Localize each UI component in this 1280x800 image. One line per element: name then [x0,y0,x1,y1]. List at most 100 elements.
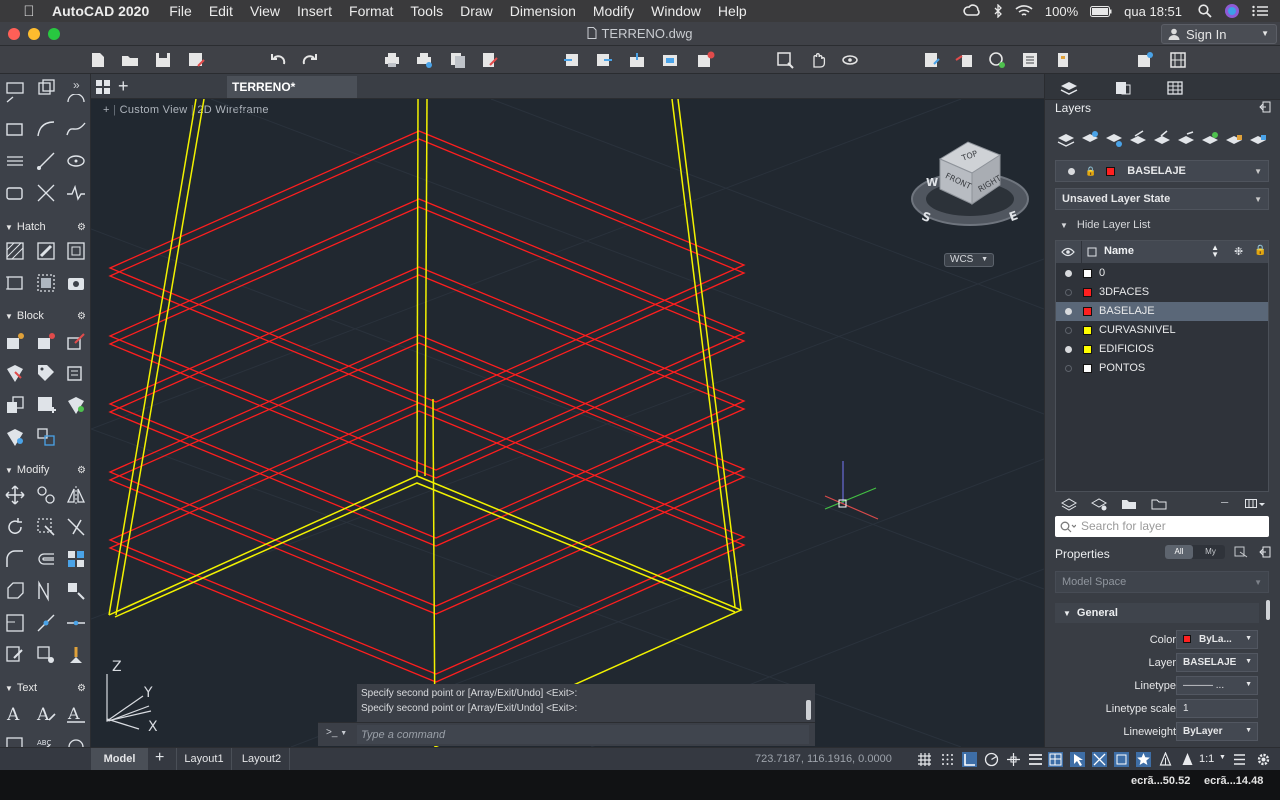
section-modify-header[interactable]: ▼ Modify ⚙ [0,461,91,479]
notification-center-icon[interactable] [1252,5,1268,17]
layer-bulb-icon[interactable] [1065,289,1072,296]
array-icon[interactable] [65,548,87,570]
menu-draw[interactable]: Draw [460,3,493,19]
layer-row-3dfaces[interactable]: 3DFACES [1056,283,1268,302]
edit-block-icon[interactable] [65,330,87,352]
menu-help[interactable]: Help [718,3,747,19]
menu-edit[interactable]: Edit [209,3,233,19]
edit-attribute-icon[interactable] [65,362,87,384]
join-icon[interactable] [35,612,57,634]
table-tab-icon[interactable] [1166,80,1184,96]
layer-row-curvasnivel[interactable]: CURVASNIVEL [1056,321,1268,340]
sheet-set-icon[interactable] [1053,50,1073,70]
menu-view[interactable]: View [250,3,280,19]
dynamic-ucs-icon[interactable] [1114,752,1129,767]
sign-in-button[interactable]: Sign In ▼ [1161,24,1277,44]
match-properties-icon[interactable] [954,50,974,70]
snap-mode-icon[interactable] [940,752,955,767]
manage-attribute-icon[interactable] [4,426,26,448]
gear-icon[interactable]: ⚙ [77,465,86,476]
new-drawing-icon[interactable] [88,50,108,70]
creative-cloud-icon[interactable] [963,4,981,18]
layer-row-pontos[interactable]: PONTOS [1056,359,1268,378]
general-section-header[interactable]: ▼ General [1055,603,1259,623]
apple-icon[interactable]:  [20,3,38,20]
eye-icon[interactable] [1061,247,1075,257]
filter-my-button[interactable]: My [1198,545,1223,559]
properties-scrollbar[interactable] [1266,600,1270,620]
screenshot-thumbnail-2[interactable]: ecrã...14.48 [1204,775,1263,787]
layer-bulb-icon[interactable] [1065,270,1072,277]
layer-color-swatch[interactable] [1083,307,1092,316]
menu-file[interactable]: File [169,3,192,19]
markup-icon[interactable] [1135,50,1155,70]
layer-bulb-icon[interactable] [1065,346,1072,353]
tag-icon[interactable] [35,362,57,384]
history-scrollbar[interactable] [806,700,811,720]
dock-panel-icon[interactable] [1259,101,1271,113]
polar-tracking-icon[interactable] [984,752,999,767]
plot-icon[interactable] [382,50,402,70]
coordinates-readout[interactable]: 723.7187, 116.1916, 0.0000 [755,753,892,765]
lengthen-icon[interactable] [65,612,87,634]
gradient-icon[interactable] [35,240,57,262]
layer-color-swatch[interactable] [1083,326,1092,335]
quickcalc-icon[interactable] [1168,50,1188,70]
offset-icon[interactable] [35,548,57,570]
tab-layout2[interactable]: Layout2 [234,748,290,771]
polyline-icon[interactable] [4,94,26,116]
open-folder-icon[interactable] [120,50,140,70]
start-tab-grid-icon[interactable] [96,80,110,94]
scale-icon[interactable] [35,516,57,538]
layer-filter-folder-icon[interactable] [1151,496,1167,512]
workspace-gear-icon[interactable] [1256,752,1271,767]
new-layer-vp-icon[interactable] [1061,496,1077,512]
chevron-down-icon[interactable]: ▼ [1219,754,1226,761]
column-options-icon[interactable] [1245,498,1265,510]
3d-object-snap-icon[interactable] [1092,752,1107,767]
attach-icon[interactable] [660,50,680,70]
write-block-icon[interactable] [35,394,57,416]
add-layout-plus-icon[interactable]: + [155,749,164,767]
command-input[interactable] [357,725,809,744]
drawing-viewport[interactable]: + | Custom View | 2D Wireframe Z Y X TOP… [91,99,1044,747]
layer-color-swatch[interactable] [1083,269,1092,278]
layers-tab-icon[interactable] [1060,80,1078,96]
boundary-icon[interactable] [65,240,87,262]
tab-layout1[interactable]: Layout1 [176,748,232,771]
layer-bulb-icon[interactable] [1065,365,1072,372]
menu-tools[interactable]: Tools [410,3,443,19]
freeze-column-icon[interactable]: ❉ [1234,245,1243,258]
rotate-icon[interactable] [4,516,26,538]
section-block-header[interactable]: ▼ Block ⚙ [0,307,91,325]
annotation-visibility-icon[interactable] [1136,752,1151,767]
selection-cycling-icon[interactable] [1070,752,1085,767]
quick-select-icon[interactable] [1234,546,1248,558]
dock-properties-icon[interactable] [1259,546,1271,558]
base-point-icon[interactable] [35,426,57,448]
fillet-icon[interactable] [4,548,26,570]
lock-column-icon[interactable]: 🔒 [1254,245,1266,256]
new-layer-icon[interactable] [1057,130,1075,148]
layer-row-baselaje[interactable]: BASELAJE [1056,302,1268,321]
share-view-icon[interactable] [627,50,647,70]
command-prompt-button[interactable]: >_ ▼ [326,727,347,738]
menu-window[interactable]: Window [651,3,701,19]
menu-dimension[interactable]: Dimension [510,3,576,19]
orbit-icon[interactable] [840,50,860,70]
auto-scale-icon[interactable] [1158,752,1173,767]
layer-row-0[interactable]: 0 [1056,264,1268,283]
xline-icon[interactable] [35,182,57,204]
arc-icon[interactable] [35,118,57,140]
bluetooth-icon[interactable] [993,4,1003,18]
single-line-text-icon[interactable]: A [65,702,87,724]
export-icon[interactable] [594,50,614,70]
helix-icon[interactable] [65,182,87,204]
tab-terreno[interactable]: TERRENO* [227,76,357,98]
menu-modify[interactable]: Modify [593,3,634,19]
layer-state-dropdown[interactable]: Unsaved Layer State ▼ [1055,188,1269,210]
multiline-text-icon[interactable]: A [4,702,26,724]
text-style-icon[interactable]: A [35,702,57,724]
section-hatch-header[interactable]: ▼ Hatch ⚙ [0,218,91,236]
hide-layer-list-toggle[interactable]: ▼ Hide Layer List [1060,219,1150,231]
